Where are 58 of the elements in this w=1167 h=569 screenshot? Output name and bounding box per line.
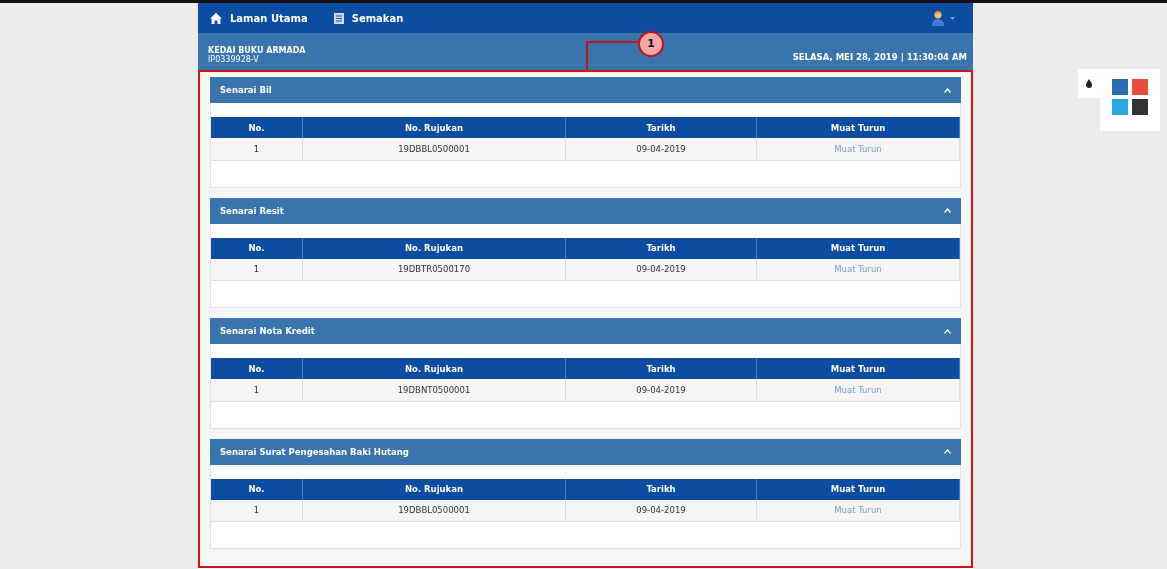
chevron-icon[interactable] — [944, 208, 951, 213]
panel-header[interactable]: Senarai Resit — [210, 197, 961, 224]
chevron-icon[interactable] — [944, 328, 951, 334]
panel-header[interactable]: Senarai Nota Kredit — [210, 318, 961, 344]
column-header: No. Rujukan — [302, 237, 566, 259]
chevron-icon[interactable] — [944, 449, 951, 454]
drop-icon[interactable] — [1086, 79, 1092, 88]
table-cell: 09-04-2019 — [565, 499, 757, 522]
panel-title: Senarai Bil — [220, 85, 272, 95]
table-cell: 09-04-2019 — [565, 379, 757, 401]
table-cell: 09-04-2019 — [565, 138, 757, 160]
table-cell: 1 — [211, 499, 303, 522]
download-link[interactable]: Muat Turun — [834, 143, 882, 154]
column-header: Muat Turun — [756, 478, 960, 500]
column-header: Tarikh — [565, 117, 757, 138]
column-header: No. — [211, 478, 303, 500]
user-avatar-icon[interactable] — [932, 10, 944, 26]
column-header: No. — [211, 237, 303, 259]
registration-number: IP0339928-V — [208, 55, 260, 65]
color-swatch[interactable] — [1112, 99, 1128, 115]
nav-link[interactable]: Laman Utama — [210, 12, 308, 24]
date-time: SELASA, MEI 28, 2019 | 11:30:04 AM — [792, 52, 967, 64]
color-swatch[interactable] — [1132, 79, 1148, 95]
column-header: No. Rujukan — [302, 117, 566, 138]
download-link[interactable]: Muat Turun — [834, 384, 882, 395]
home-icon — [210, 12, 222, 24]
download-link[interactable]: Muat Turun — [834, 505, 882, 516]
table-cell: 1 — [211, 258, 303, 281]
caret-icon[interactable] — [950, 16, 955, 20]
chevron-icon[interactable] — [944, 87, 951, 93]
panel-title: Senarai Surat Pengesahan Baki Hutang — [220, 446, 409, 457]
column-header: Tarikh — [565, 237, 757, 259]
panel-header[interactable]: Senarai Bil — [210, 77, 961, 103]
nav-link[interactable]: Semakan — [333, 12, 404, 24]
column-header: No. Rujukan — [302, 478, 566, 500]
download-link[interactable]: Muat Turun — [834, 264, 882, 275]
panel-header[interactable]: Senarai Surat Pengesahan Baki Hutang — [210, 438, 961, 465]
panel-title: Senarai Resit — [220, 205, 284, 216]
table-cell: 1 — [211, 379, 303, 401]
column-header: No. — [211, 358, 303, 379]
table-cell: 19DBNT0500001 — [302, 379, 566, 401]
column-header: Muat Turun — [756, 358, 960, 379]
column-header: No. — [211, 117, 303, 138]
table-cell: 19DBTR0500170 — [302, 258, 566, 281]
column-header: Tarikh — [565, 478, 757, 500]
panel-title: Senarai Nota Kredit — [220, 326, 315, 336]
table-cell: 1 — [211, 138, 303, 160]
company-name: KEDAI BUKU ARMADA — [208, 46, 306, 55]
list-icon — [333, 12, 344, 24]
table-cell: 19DBBL0500001 — [302, 499, 566, 522]
column-header: Muat Turun — [756, 117, 960, 138]
column-header: Muat Turun — [756, 237, 960, 259]
table-cell: 19DBBL0500001 — [302, 138, 566, 160]
color-swatch[interactable] — [1112, 79, 1128, 95]
column-header: Tarikh — [565, 358, 757, 379]
color-swatch[interactable] — [1132, 99, 1148, 115]
table-cell: 09-04-2019 — [565, 258, 757, 281]
column-header: No. Rujukan — [302, 358, 566, 379]
